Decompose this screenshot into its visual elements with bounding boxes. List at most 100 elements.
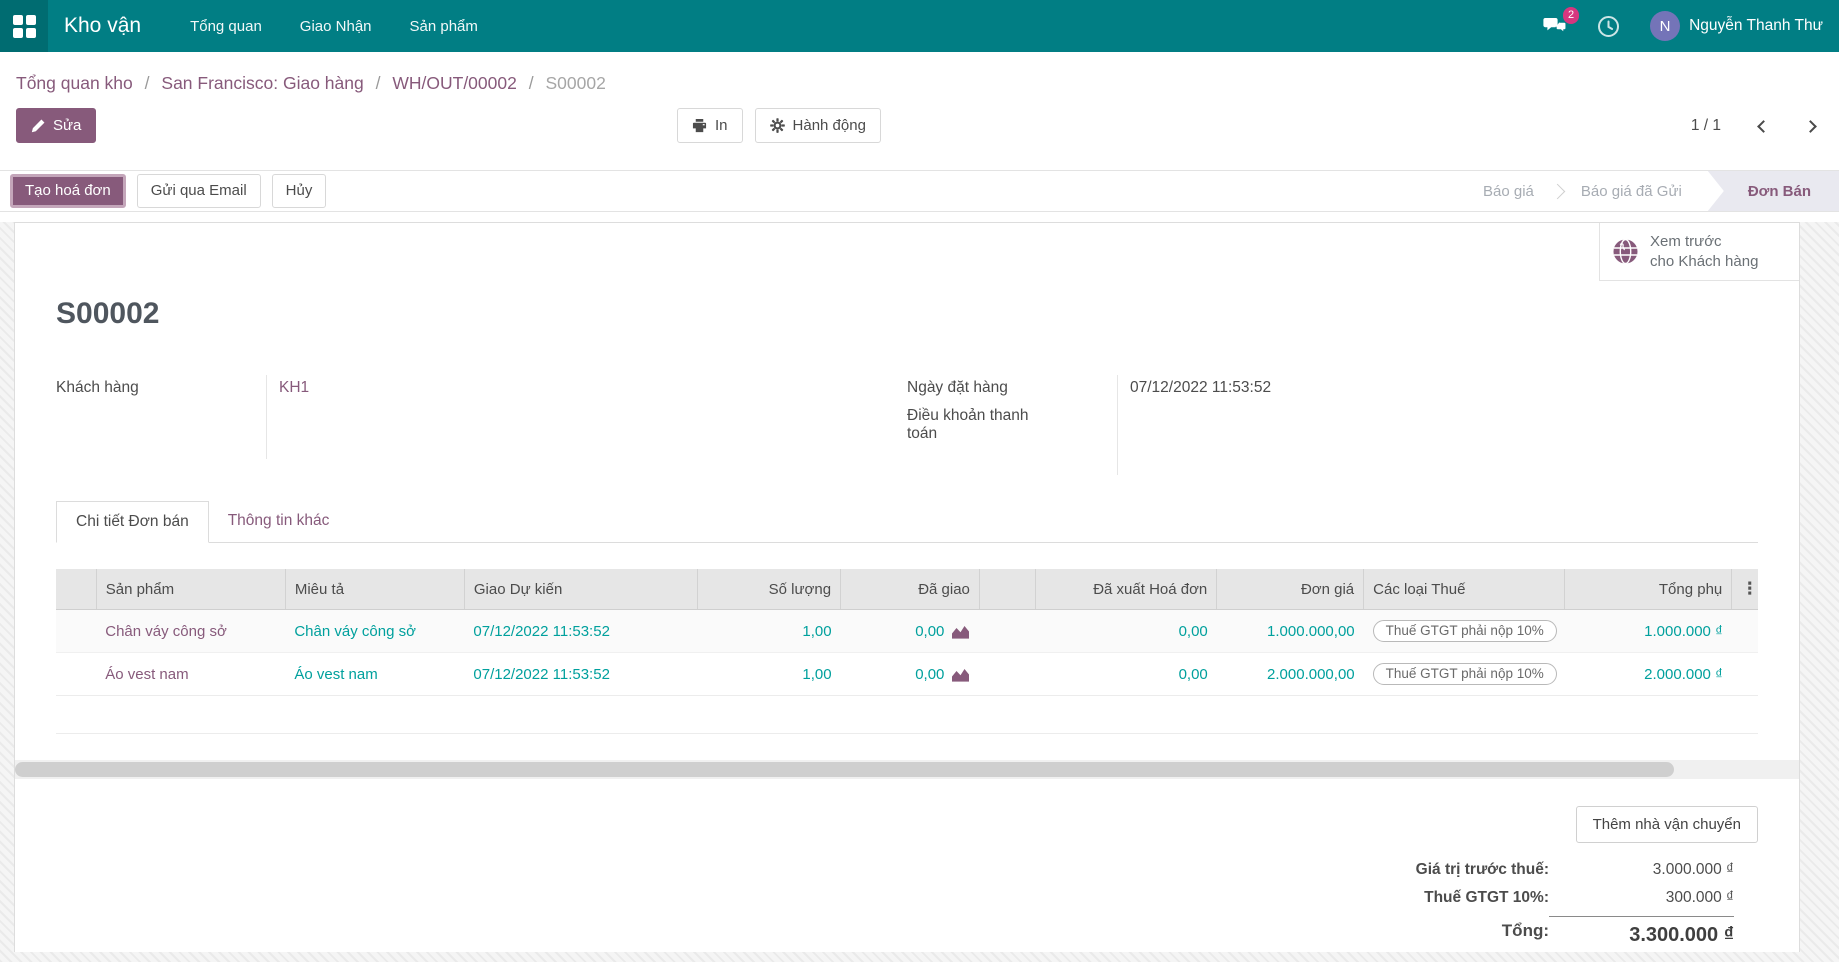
untaxed-amount-label: Giá trị trước thuế: <box>1415 861 1549 878</box>
customer-value[interactable]: KH1 <box>266 375 907 403</box>
customer-preview-link[interactable]: Xem trước cho Khách hàng <box>1599 223 1799 281</box>
tax-amount-value: 300.000 ₫ <box>1665 889 1734 906</box>
statusbar-buttons: Tạo hoá đơn Gửi qua Email Hủy <box>0 171 327 211</box>
avatar: N <box>1650 11 1681 41</box>
menu-overview[interactable]: Tổng quan <box>190 18 262 35</box>
breadcrumb: Tổng quan kho / San Francisco: Giao hàng… <box>0 52 1839 96</box>
payment-terms-value[interactable] <box>1117 403 1758 447</box>
pager-previous-icon[interactable] <box>1757 119 1770 133</box>
top-navbar: Kho vận Tổng quan Giao Nhận Sản phẩm 2 N… <box>0 0 1839 52</box>
breadcrumb-current: S00002 <box>545 73 606 93</box>
col-taxes[interactable]: Các loại Thuế <box>1363 569 1565 610</box>
breadcrumb-separator: / <box>144 73 150 93</box>
send-email-button[interactable]: Gửi qua Email <box>136 174 261 208</box>
totals-section: Thêm nhà vận chuyển Giá trị trước thuế: … <box>56 806 1758 952</box>
user-name: Nguyễn Thanh Thư <box>1689 17 1823 34</box>
step-quotation-sent[interactable]: Báo giá đã Gửi <box>1555 171 1708 211</box>
step-quotation[interactable]: Báo giá <box>1457 171 1560 211</box>
col-spacer <box>978 569 1036 610</box>
pager: 1 / 1 <box>1691 117 1817 135</box>
untaxed-amount-value: 3.000.000 ₫ <box>1652 861 1734 878</box>
center-buttons: In Hành động <box>677 108 881 144</box>
left-group-filler <box>266 403 907 459</box>
pencil-icon <box>31 119 45 132</box>
breadcrumb-separator: / <box>375 73 381 93</box>
scrollbar-thumb[interactable] <box>15 762 1675 777</box>
right-field-group: Ngày đặt hàng 07/12/2022 11:53:52 Điều k… <box>907 375 1758 475</box>
pager-next-icon[interactable] <box>1804 119 1817 133</box>
form-view-background: Xem trước cho Khách hàng S00002 Khách hà… <box>0 222 1839 962</box>
print-button-label: In <box>715 117 728 134</box>
right-group-filler <box>1117 447 1758 475</box>
order-lines-table: Sản phẩm Miêu tả Giao Dự kiến Số lượng Đ… <box>56 569 1758 734</box>
forecast-chart-icon[interactable] <box>951 624 970 639</box>
description-cell: Áo vest nam <box>285 652 465 696</box>
delivered-cell: 0,00 <box>915 622 945 640</box>
printer-icon <box>692 119 707 133</box>
breadcrumb-link-picking[interactable]: WH/OUT/00002 <box>392 73 516 93</box>
col-quantity[interactable]: Số lượng <box>697 569 841 610</box>
order-line-row: Áo vest nam Áo vest nam 07/12/2022 11:53… <box>56 652 1758 696</box>
col-invoiced[interactable]: Đã xuất Hoá đơn <box>1035 569 1217 610</box>
status-steps: Báo giá Báo giá đã Gửi Đơn Bán <box>1457 171 1839 211</box>
cancel-button[interactable]: Hủy <box>271 174 327 208</box>
product-link[interactable]: Áo vest nam <box>105 666 188 683</box>
step-sales-order[interactable]: Đơn Bán <box>1707 171 1839 211</box>
delivered-cell: 0,00 <box>915 665 945 683</box>
tax-badge[interactable]: Thuế GTGT phải nộp 10% <box>1372 663 1557 685</box>
col-subtotal[interactable]: Tổng phụ <box>1564 569 1732 610</box>
col-product[interactable]: Sản phẩm <box>95 569 286 610</box>
action-button[interactable]: Hành động <box>754 108 881 144</box>
quantity-cell: 1,00 <box>697 652 841 696</box>
menu-products[interactable]: Sản phẩm <box>410 18 478 35</box>
order-title: S00002 <box>56 297 160 330</box>
col-scheduled-date[interactable]: Giao Dự kiến <box>463 569 698 610</box>
user-menu[interactable]: N Nguyễn Thanh Thư <box>1650 11 1823 41</box>
invoiced-cell: 0,00 <box>1035 652 1217 696</box>
scheduled-date-cell: 07/12/2022 11:53:52 <box>464 652 698 696</box>
edit-button[interactable]: Sửa <box>16 108 97 144</box>
form-statusbar: Tạo hoá đơn Gửi qua Email Hủy Báo giá Bá… <box>0 170 1839 212</box>
clock-icon <box>1598 15 1620 37</box>
totals-table: Giá trị trước thuế: 3.000.000 ₫ Thuế GTG… <box>1416 856 1734 952</box>
messages-button[interactable]: 2 <box>1543 6 1580 37</box>
create-invoice-button[interactable]: Tạo hoá đơn <box>10 174 126 208</box>
form-sheet: Xem trước cho Khách hàng S00002 Khách hà… <box>14 222 1800 952</box>
edit-button-label: Sửa <box>53 117 82 134</box>
left-field-group: Khách hàng KH1 <box>56 375 907 475</box>
col-handle <box>56 569 97 610</box>
app-title[interactable]: Kho vận <box>64 14 141 38</box>
order-date-value: 07/12/2022 11:53:52 <box>1117 375 1758 403</box>
breadcrumb-link-overview[interactable]: Tổng quan kho <box>16 73 133 93</box>
total-value: 3.300.000 ₫ <box>1549 916 1734 952</box>
horizontal-scrollbar[interactable] <box>15 760 1799 779</box>
order-date-label: Ngày đặt hàng <box>907 379 1008 396</box>
table-header-row: Sản phẩm Miêu tả Giao Dự kiến Số lượng Đ… <box>56 569 1758 610</box>
apps-menu-button[interactable] <box>0 0 48 52</box>
col-delivered[interactable]: Đã giao <box>840 569 980 610</box>
tax-badge[interactable]: Thuế GTGT phải nộp 10% <box>1372 620 1557 642</box>
product-link[interactable]: Chân váy công sở <box>105 623 227 640</box>
col-unit-price[interactable]: Đơn giá <box>1216 569 1364 610</box>
col-description[interactable]: Miêu tả <box>284 569 465 610</box>
menu-transfers[interactable]: Giao Nhận <box>300 18 372 35</box>
invoiced-cell: 0,00 <box>1035 609 1217 653</box>
unit-price-cell: 2.000.000,00 <box>1216 652 1364 696</box>
breadcrumb-link-picking-type[interactable]: San Francisco: Giao hàng <box>161 73 363 93</box>
field-groups: Khách hàng KH1 Ngày đặt hàng 07/12/2022 … <box>56 375 1758 475</box>
tab-other-info[interactable]: Thông tin khác <box>209 501 349 542</box>
description-cell: Chân váy công sở <box>285 609 465 653</box>
tax-amount-label: Thuế GTGT 10%: <box>1424 889 1549 906</box>
messages-count-badge: 2 <box>1562 6 1580 24</box>
tab-order-lines[interactable]: Chi tiết Đơn bán <box>56 501 209 543</box>
forecast-chart-icon[interactable] <box>951 667 970 682</box>
scheduled-date-cell: 07/12/2022 11:53:52 <box>464 609 698 653</box>
print-button[interactable]: In <box>677 108 743 144</box>
optional-columns-icon[interactable]: ⋮ <box>1741 579 1758 598</box>
globe-icon <box>1613 238 1638 265</box>
activities-button[interactable] <box>1597 15 1620 38</box>
action-button-label: Hành động <box>792 117 866 134</box>
add-shipping-button[interactable]: Thêm nhà vận chuyển <box>1575 806 1758 843</box>
empty-line-row <box>56 695 1758 734</box>
payment-terms-label: Điều khoản thanh toán <box>907 407 1029 442</box>
